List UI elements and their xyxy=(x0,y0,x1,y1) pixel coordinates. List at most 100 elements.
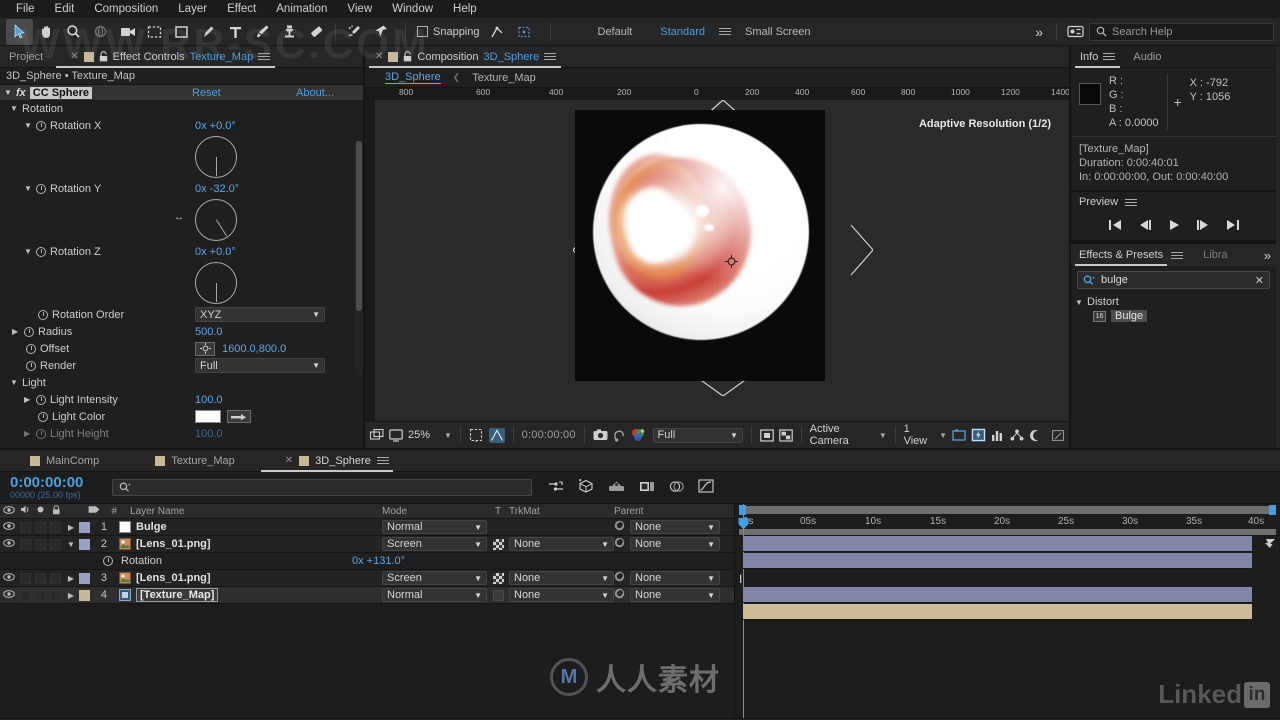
menu-item-window[interactable]: Window xyxy=(382,0,443,18)
snapping-checkbox[interactable] xyxy=(417,26,428,37)
layer-visibility-toggle[interactable] xyxy=(0,572,18,584)
composition-frame[interactable] xyxy=(575,110,825,381)
selection-tool-icon[interactable] xyxy=(6,18,33,45)
layer-parent-dropdown[interactable]: None ▼ xyxy=(630,588,720,602)
workspace-overflow-icon[interactable]: » xyxy=(1027,24,1051,40)
layer-lock-toggle[interactable] xyxy=(48,538,63,550)
workspace-small-screen[interactable]: Small Screen xyxy=(731,26,824,38)
layer-expand-toggle[interactable]: ▶ xyxy=(63,591,79,600)
property-row-value[interactable]: 0x +131.0° xyxy=(352,555,405,567)
canvas-area[interactable]: Adaptive Resolution (1/2) xyxy=(375,100,1069,421)
workspace-settings-icon[interactable] xyxy=(1062,19,1089,45)
comp-flowchart-icon[interactable] xyxy=(1010,429,1024,441)
layer-expand-toggle[interactable]: ▶ xyxy=(63,523,79,532)
layer-mode-dropdown[interactable]: Screen ▼ xyxy=(382,571,487,585)
stopwatch-icon[interactable] xyxy=(36,428,46,439)
about-link[interactable]: About... xyxy=(296,87,334,99)
roto-brush-tool-icon[interactable] xyxy=(341,19,368,45)
table-row[interactable]: ▶ 1 Bulge Normal ▼ None ▼ xyxy=(0,519,734,536)
panel-menu-icon[interactable] xyxy=(376,455,389,466)
stopwatch-icon[interactable] xyxy=(24,326,34,337)
layer-audio-toggle[interactable] xyxy=(18,538,33,550)
property-rotation-x-value[interactable]: 0x +0.0° xyxy=(195,120,236,132)
workspace-standard[interactable]: Standard xyxy=(646,26,719,38)
close-icon[interactable]: ✕ xyxy=(70,51,78,62)
shape-tool-icon[interactable] xyxy=(168,19,195,45)
property-rotation-x[interactable]: ▼ Rotation X 0x +0.0° xyxy=(0,117,363,134)
close-icon[interactable]: ✕ xyxy=(285,455,293,466)
puppet-pin-tool-icon[interactable] xyxy=(368,19,395,45)
preserve-transparency-toggle[interactable] xyxy=(492,572,504,584)
grid-guides-icon[interactable] xyxy=(469,428,484,442)
hide-shy-layers-icon[interactable] xyxy=(608,480,625,496)
composition-viewer[interactable]: 800 600 400 200 0 200 400 600 800 1000 1… xyxy=(365,88,1069,421)
timeline-scroll-handle[interactable] xyxy=(1264,538,1276,552)
effect-header-cc-sphere[interactable]: ▼ fx CC Sphere Reset About... xyxy=(0,85,363,100)
layer-visibility-toggle[interactable] xyxy=(0,521,18,533)
group-light[interactable]: ▼ Light xyxy=(0,374,363,391)
layer-visibility-toggle[interactable] xyxy=(0,589,18,601)
chevron-down-icon[interactable]: ▼ xyxy=(24,247,32,256)
menu-item-file[interactable]: File xyxy=(6,0,45,18)
layer-visibility-toggle[interactable] xyxy=(0,538,18,550)
orbit-camera-tool-icon[interactable] xyxy=(87,19,114,45)
tab-maincomp[interactable]: MainComp xyxy=(0,450,109,472)
transparency-grid-icon[interactable] xyxy=(779,428,793,442)
chevron-right-icon[interactable]: ▶ xyxy=(24,395,32,404)
property-radius-value[interactable]: 500.0 xyxy=(195,326,223,338)
panel-overflow-icon[interactable]: » xyxy=(1264,248,1271,263)
stopwatch-icon[interactable] xyxy=(36,246,46,257)
property-offset[interactable]: Offset 1600.0,800.0 xyxy=(0,340,363,357)
stopwatch-icon[interactable] xyxy=(36,183,46,194)
stopwatch-icon[interactable] xyxy=(38,309,48,320)
next-frame-button[interactable] xyxy=(1196,219,1210,234)
stopwatch-icon[interactable] xyxy=(36,394,46,405)
layer-parent-dropdown[interactable]: None ▼ xyxy=(630,537,720,551)
dial-rotation-y[interactable] xyxy=(195,199,237,241)
eyedropper-icon[interactable] xyxy=(227,410,251,423)
play-button[interactable] xyxy=(1168,219,1180,234)
layer-trkmat-dropdown[interactable]: None ▼ xyxy=(509,588,614,602)
timeline-graph-icon[interactable] xyxy=(991,429,1005,441)
property-light-height[interactable]: ▶ Light Height 100.0 xyxy=(0,425,363,442)
layer-name-label[interactable]: [Texture_Map] xyxy=(136,588,219,602)
tab-texture-map[interactable]: Texture_Map xyxy=(109,450,245,472)
tab-audio[interactable]: Audio xyxy=(1124,46,1170,68)
workspace-menu-icon[interactable] xyxy=(719,26,732,37)
tab-effect-controls[interactable]: ✕ Effect Controls Texture_Map xyxy=(52,46,279,68)
property-offset-value[interactable]: 1600.0,800.0 xyxy=(222,343,286,355)
panel-menu-icon[interactable] xyxy=(1125,197,1138,208)
tab-3d-sphere[interactable]: ✕ 3D_Sphere xyxy=(245,450,399,472)
clone-stamp-tool-icon[interactable] xyxy=(276,19,303,45)
live-update-icon[interactable] xyxy=(548,480,564,496)
region-of-interest-icon[interactable] xyxy=(488,427,505,443)
take-snapshot-icon[interactable] xyxy=(593,429,608,441)
fast-previews-icon[interactable] xyxy=(971,428,987,442)
layer-label-color[interactable] xyxy=(79,538,93,550)
timeline-search-field[interactable] xyxy=(112,479,532,496)
menu-item-help[interactable]: Help xyxy=(443,0,487,18)
eraser-tool-icon[interactable] xyxy=(303,19,330,45)
parent-pickwhip-icon[interactable] xyxy=(614,537,625,551)
work-area-bar[interactable] xyxy=(739,506,1276,514)
layer-audio-toggle[interactable] xyxy=(18,521,33,533)
comp-tab-texture-map[interactable]: Texture_Map xyxy=(472,72,536,84)
menu-item-animation[interactable]: Animation xyxy=(266,0,337,18)
timeline-current-timecode[interactable]: 0:00:00:00 xyxy=(0,475,100,490)
layer-mode-dropdown[interactable]: Normal ▼ xyxy=(382,588,487,602)
dial-rotation-z[interactable] xyxy=(195,262,237,304)
layer-bar-4[interactable] xyxy=(743,604,1252,620)
layer-trkmat-dropdown[interactable]: None ▼ xyxy=(509,537,614,551)
menu-item-layer[interactable]: Layer xyxy=(168,0,217,18)
close-icon[interactable]: ✕ xyxy=(375,51,383,62)
property-rotation-z[interactable]: ▼ Rotation Z 0x +0.0° xyxy=(0,243,363,260)
tab-info[interactable]: Info xyxy=(1071,46,1124,68)
channel-color-icon[interactable] xyxy=(631,428,646,442)
region-of-interest-tool-icon[interactable] xyxy=(141,19,168,45)
exposure-icon[interactable] xyxy=(1029,429,1042,442)
property-light-intensity-value[interactable]: 100.0 xyxy=(195,394,223,406)
effect-item-bulge[interactable]: 16 Bulge xyxy=(1093,310,1276,322)
zoom-dropdown[interactable]: 25% ▼ xyxy=(408,429,452,441)
layer-bar-1[interactable] xyxy=(743,536,1252,552)
stopwatch-icon[interactable] xyxy=(38,411,48,422)
